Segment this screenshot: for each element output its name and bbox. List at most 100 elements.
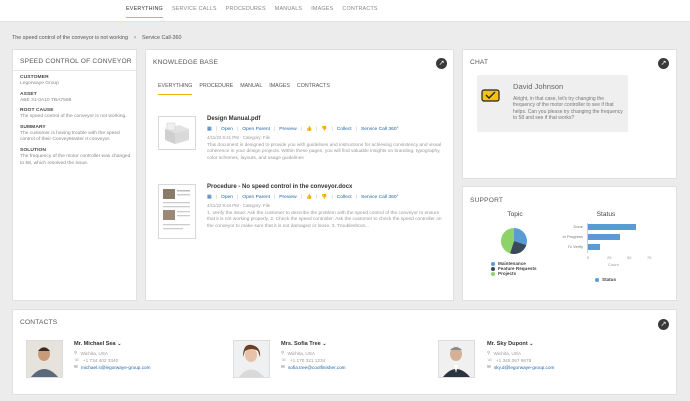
legend-projects: Projects: [491, 271, 537, 276]
preview-link[interactable]: Preview: [279, 127, 296, 132]
summary-title: SPEED CONTROL OF CONVEYOR: [20, 58, 132, 65]
kb-result: Procedure - No speed control in the conv…: [207, 184, 447, 230]
contact-name[interactable]: Mr. Sky Dupont ⌄: [487, 341, 554, 347]
location-pin-icon: ⚲: [74, 350, 78, 355]
avatar[interactable]: [26, 340, 63, 378]
field-value: The customer is having trouble with the …: [20, 130, 120, 143]
axis-tick: 50: [627, 255, 632, 260]
location-pin-icon: ⚲: [281, 350, 285, 355]
grid-icon: ▦: [207, 194, 212, 200]
chat-card: CHAT ↗ David Johnson Alright, in that ca…: [462, 49, 677, 179]
open-external-icon[interactable]: ↗: [658, 319, 669, 330]
tab-manuals[interactable]: MANUALS: [275, 6, 302, 18]
kb-tab-procedure[interactable]: PROCEDURE: [199, 83, 233, 95]
breadcrumb-service-call[interactable]: Service Call-360: [142, 35, 182, 41]
chevron-down-icon: ⌄: [529, 341, 534, 347]
open-link[interactable]: Open: [221, 127, 233, 132]
location-pin-icon: ⚲: [487, 350, 491, 355]
result-actions: ▦ | Open | Open Parent | Preview | 👍 | 👎…: [207, 126, 399, 132]
kb-tab-everything[interactable]: EVERYTHING: [158, 83, 193, 95]
document-thumbnail[interactable]: [158, 116, 196, 150]
kb-tab-contracts[interactable]: CONTRACTS: [297, 83, 330, 95]
field-label: SOLUTION: [20, 147, 47, 153]
field-value: The frequency of the motor controller wa…: [20, 153, 131, 166]
field-customer: CUSTOMER Legorwaye Group: [20, 75, 132, 88]
kb-tab-manual[interactable]: MANUAL: [240, 83, 262, 95]
contact-phone: ☏ +1 170 321 1234: [281, 357, 326, 363]
chat-title: CHAT: [470, 59, 489, 66]
contact-name[interactable]: Mr. Michael Sea ⌄: [74, 341, 151, 347]
phone-icon: ☏: [74, 357, 80, 362]
field-value: Legorwaye Group: [20, 81, 59, 86]
top-tabs: EVERYTHING SERVICE CALLS PROCEDURES MANU…: [126, 6, 378, 18]
tab-everything[interactable]: EVERYTHING: [126, 6, 163, 18]
top-navigation: EVERYTHING SERVICE CALLS PROCEDURES MANU…: [0, 0, 690, 22]
field-solution: SOLUTION The frequency of the motor cont…: [20, 148, 132, 167]
tab-service-calls[interactable]: SERVICE CALLS: [172, 6, 217, 18]
contact-name[interactable]: Mrs. Sofia Tree ⌄: [281, 341, 346, 347]
axis-tick: 0: [587, 255, 590, 260]
field-value: ABE 31-0A10 TBA7598: [20, 97, 72, 103]
open-parent-link[interactable]: Open Parent: [242, 127, 270, 132]
kb-tabs: EVERYTHING PROCEDURE MANUAL IMAGES CONTR…: [158, 83, 330, 95]
divider: [13, 70, 136, 71]
kb-result: Design Manual.pdf ▦ | Open | Open Parent…: [207, 116, 447, 162]
field-label: ROOT CAUSE: [20, 108, 54, 114]
status-bar-in-progress: [588, 234, 620, 240]
tab-images[interactable]: IMAGES: [311, 6, 333, 18]
axis-tick: 75: [647, 255, 652, 260]
result-title[interactable]: Procedure - No speed control in the conv…: [207, 184, 447, 190]
result-snippet: 1. Verify the issue: Ask the customer to…: [207, 211, 442, 229]
thumbs-up-icon[interactable]: 👍: [306, 194, 312, 200]
legend-status: Status: [595, 277, 616, 282]
thumbs-down-icon[interactable]: 👎: [321, 194, 327, 200]
kb-tab-images[interactable]: IMAGES: [269, 83, 290, 95]
open-link[interactable]: Open: [221, 195, 233, 200]
status-axis-label: Count: [608, 262, 619, 267]
status-bar-done: [588, 224, 636, 230]
collect-link[interactable]: Collect: [337, 127, 352, 132]
topic-chart-title: Topic: [507, 211, 523, 218]
open-external-icon[interactable]: ↗: [436, 58, 447, 69]
service-call-link[interactable]: Service Call 360°: [361, 127, 399, 132]
bar-label-in-progress: In Progress: [562, 234, 583, 239]
topic-pie-chart: [501, 228, 527, 254]
thumbs-down-icon[interactable]: 👎: [321, 126, 327, 132]
field-label: ASSET: [20, 91, 37, 97]
contact-email[interactable]: ✉ sky.d@legorwaye-group.com: [487, 364, 554, 370]
thumbs-up-icon[interactable]: 👍: [306, 126, 312, 132]
chevron-down-icon: ⌄: [117, 341, 122, 347]
document-thumbnail[interactable]: [158, 184, 196, 239]
collect-link[interactable]: Collect: [337, 195, 352, 200]
status-bar-labels: Done In Progress To Verify: [555, 224, 583, 254]
service-call-link[interactable]: Service Call 360°: [361, 195, 399, 200]
open-parent-link[interactable]: Open Parent: [242, 195, 270, 200]
status-bars: [588, 224, 648, 254]
chat-message: David Johnson Alright, in that case, let…: [477, 75, 628, 132]
result-title[interactable]: Design Manual.pdf: [207, 116, 447, 122]
contact-location: ⚲ Wichita, USA: [281, 350, 316, 356]
breadcrumb-case[interactable]: The speed control of the conveyor is not…: [12, 35, 128, 41]
open-external-icon[interactable]: ↗: [658, 58, 669, 69]
preview-link[interactable]: Preview: [279, 195, 296, 200]
result-meta: 4/11/22 9:44 PM · Category: File: [207, 203, 271, 208]
contact-email[interactable]: ✉ michael.s@legorwaye-group.com: [74, 364, 151, 370]
ticket-icon: [480, 84, 502, 106]
result-actions: ▦ | Open | Open Parent | Preview | 👍 | 👎…: [207, 194, 399, 200]
result-meta: 4/11/22 9:41 PM · Category: File: [207, 135, 271, 140]
avatar[interactable]: [438, 340, 475, 378]
tab-procedures[interactable]: PROCEDURES: [226, 6, 266, 18]
contact-email[interactable]: ✉ sofia.tree@coolfinisher.com: [281, 364, 346, 370]
axis-tick: 25: [607, 255, 612, 260]
topic-legend: Maintenance Feature Requests Projects: [491, 261, 537, 276]
bar-label-done: Done: [573, 224, 583, 229]
contact-details: Mr. Sky Dupont ⌄ ⚲ Wichita, USA ☏ +1 345 0…: [487, 341, 554, 370]
support-title: SUPPORT: [470, 197, 504, 204]
procedure-document-icon: [163, 189, 190, 230]
avatar[interactable]: [233, 340, 270, 378]
tab-contracts[interactable]: CONTRACTS: [342, 6, 377, 18]
result-snippet: This document is designed to provide you…: [207, 143, 442, 161]
case-summary-card: SPEED CONTROL OF CONVEYOR CUSTOMER Legor…: [12, 49, 137, 301]
bar-label-to-verify: To Verify: [567, 244, 583, 249]
summary-fields: CUSTOMER Legorwaye Group ASSET ABE 31-0A…: [20, 75, 132, 167]
